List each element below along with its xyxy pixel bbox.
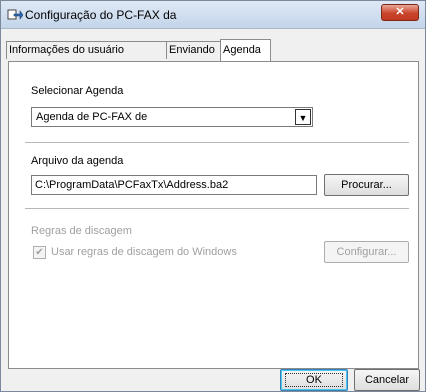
browse-button[interactable]: Procurar... (324, 174, 409, 196)
tab-informacoes-do-usuario[interactable]: Informações do usuário (6, 41, 167, 59)
tab-label: Agenda (223, 44, 261, 56)
agenda-select[interactable]: Agenda de PC-FAX de ▼ (31, 107, 313, 127)
close-icon: ✕ (395, 6, 405, 18)
configure-button[interactable]: Configurar... (324, 241, 409, 263)
select-agenda-label: Selecionar Agenda (31, 85, 124, 97)
separator (25, 142, 409, 143)
agenda-file-label: Arquivo da agenda (31, 155, 124, 167)
use-windows-dialing-rules-label: Usar regras de discagem do Windows (51, 246, 237, 258)
agenda-selected-value: Agenda de PC-FAX de (36, 111, 148, 123)
agenda-file-path-input[interactable]: C:\ProgramData\PCFaxTx\Address.ba2 (31, 175, 317, 195)
cancel-button[interactable]: Cancelar (354, 369, 420, 391)
browse-button-label: Procurar... (341, 179, 392, 191)
checkmark-icon: ✔ (35, 247, 44, 258)
agenda-file-path-value: C:\ProgramData\PCFaxTx\Address.ba2 (35, 179, 229, 191)
agenda-panel: Selecionar Agenda Agenda de PC-FAX de ▼ … (8, 61, 419, 369)
configure-button-label: Configurar... (336, 246, 397, 258)
separator (25, 208, 409, 209)
close-button[interactable]: ✕ (381, 4, 419, 21)
pc-fax-settings-dialog: Configuração do PC-FAX da ✕ Informações … (0, 0, 426, 392)
focus-rectangle (285, 373, 343, 387)
tab-label: Informações do usuário (9, 44, 124, 56)
use-windows-dialing-rules-checkbox[interactable]: ✔ (33, 246, 46, 259)
dialing-rules-label: Regras de discagem (31, 225, 132, 237)
dialog-footer: OK Cancelar (1, 369, 425, 391)
window-title: Configuração do PC-FAX da (25, 8, 177, 22)
fax-arrow-icon (7, 7, 24, 21)
ok-button[interactable]: OK (280, 369, 348, 391)
tab-enviando[interactable]: Enviando (167, 41, 221, 59)
tab-label: Enviando (169, 44, 215, 56)
dropdown-arrow-icon[interactable]: ▼ (295, 109, 311, 125)
cancel-button-label: Cancelar (364, 374, 410, 386)
title-bar[interactable]: Configuração do PC-FAX da ✕ (1, 1, 425, 29)
tab-agenda[interactable]: Agenda (220, 39, 271, 61)
